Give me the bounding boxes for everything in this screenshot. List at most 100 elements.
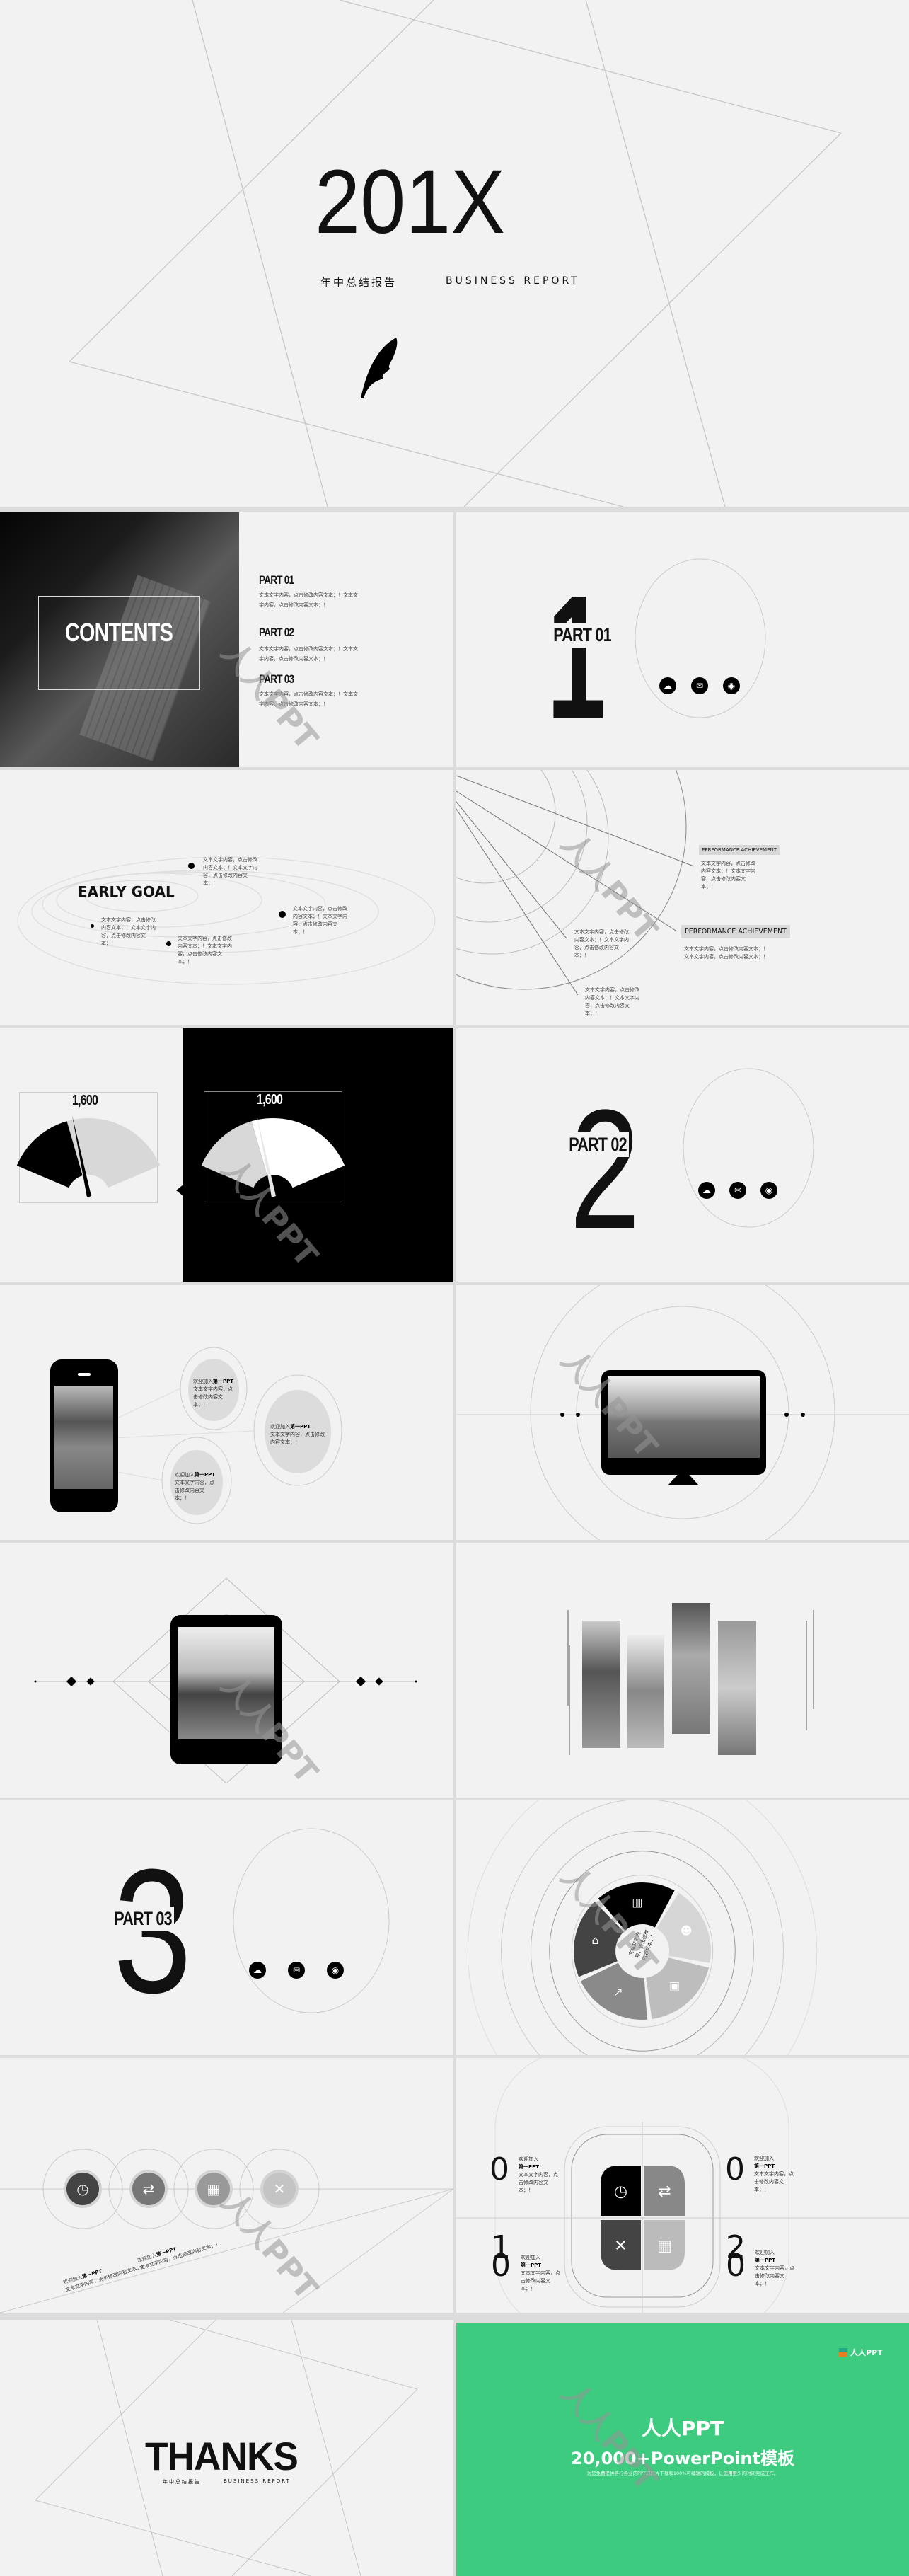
orbit-dot	[188, 863, 195, 869]
contents-title: CONTENTS	[65, 618, 173, 647]
part-circle	[683, 1068, 814, 1228]
cover-subtitle-en: BUSINESS REPORT	[446, 275, 580, 287]
photo-strip	[672, 1603, 710, 1734]
orbit-text: 文本文字内容，点击修改内容文本；！文本文字内容，点击修改内容文本；！	[203, 857, 257, 886]
part01-slide[interactable]: 1 PART 01 ☁ ✉ ◉	[456, 512, 909, 767]
phone-speaker	[78, 1373, 91, 1376]
performance-label-large: PERFORMANCE ACHIEVEMENT	[681, 925, 790, 938]
cover-slide[interactable]: 201X 年中总结报告 BUSINESS REPORT	[0, 0, 909, 507]
quad-number: 0	[725, 2151, 745, 2187]
thanks-slide[interactable]: THANKS 年中总结报告 BUSINESS REPORT	[0, 2320, 453, 2576]
cycle-slide[interactable]: ▥ ☻ ▣ ↗ ⌂ 文本文字内容，点击修改内容文本；！	[456, 1800, 909, 2055]
weibo-icon[interactable]: ◉	[723, 677, 740, 694]
cloud-download-icon[interactable]: ☁	[249, 1962, 266, 1979]
timeline-slide[interactable]: ◷ ⇄ ▦ ✕ 欢迎加入第一PPT 文本文字内容，点击修改内容文本；！ 欢迎加入第一PP…	[0, 2058, 453, 2313]
bubble-text: 欢迎加入第一PPT 文本文字内容，点击修改内容文本；！	[270, 1424, 325, 1445]
cover-title: 201X	[315, 151, 506, 253]
truck-icon: ▣	[669, 1979, 680, 1993]
part-label: PART 03	[112, 1907, 175, 1931]
promo-title: 人人PPT	[641, 2417, 724, 2440]
early-goal-slide[interactable]: EARLY GOAL 文本文字内容，点击修改内容文本；！文本文字内容，点击修改内…	[0, 770, 453, 1025]
cover-decoration-lines	[69, 0, 842, 507]
orbit-text: 文本文字内容，点击修改内容文本；！文本文字内容，点击修改内容文本；！	[293, 906, 347, 935]
logo-text: 人人PPT	[850, 2348, 883, 2357]
quad-item-text: 欢迎加入 第一PPT 文本文字内容，点击修改内容文本；！	[755, 2250, 794, 2287]
quad-number: 20	[726, 2229, 746, 2284]
promo-slide[interactable]: 人人PPT 人人PPT 20,000+PowerPoint模板 为您免费提供各行…	[456, 2323, 909, 2576]
promo-tagline: 为您免费提供各行各业的PPT幻灯片下载和100%可编辑的模板，让您用更少的时间完…	[586, 2471, 779, 2476]
pointer-notch	[176, 1185, 183, 1196]
cycle-ring: ▥☻▣↗⌂	[467, 1800, 818, 2055]
wechat-icon[interactable]: ✉	[729, 1182, 746, 1199]
performance-text-small: 文本文字内容，点击修改内容文本；！文本文字内容，点击修改内容文本；！	[701, 861, 755, 890]
cloud-download-icon[interactable]: ☁	[698, 1182, 715, 1199]
logo-icon	[839, 2348, 847, 2357]
phone-screen-photo	[54, 1386, 113, 1489]
photo-strip	[718, 1621, 756, 1755]
cloud-download-icon[interactable]: ☁	[659, 677, 676, 694]
sliders-icon: ▥	[632, 1895, 642, 1909]
part03-slide[interactable]: 3 PART 03 ☁ ✉ ◉	[0, 1800, 453, 2055]
wechat-icon[interactable]: ✉	[288, 1962, 305, 1979]
gauge-value-right: 1,600	[257, 1092, 283, 1108]
swap-icon: ⇄	[143, 2180, 155, 2197]
thanks-title: THANKS	[145, 2434, 299, 2478]
swap-icon: ⇄	[658, 2183, 671, 2201]
orbit-dot	[91, 924, 94, 928]
performance-rays	[456, 770, 695, 996]
weibo-icon[interactable]: ◉	[327, 1962, 344, 1979]
apps-icon: ▦	[207, 2180, 221, 2197]
users-icon: ☻	[681, 1924, 693, 1937]
feather-icon	[361, 338, 398, 398]
quad-item-text: 欢迎加入 第一PPT 文本文字内容，点击修改内容文本；！	[754, 2156, 794, 2192]
quad-item-text: 欢迎加入 第一PPT 文本文字内容，点击修改内容文本；！	[521, 2255, 560, 2292]
tools-icon: ✕	[274, 2180, 286, 2197]
part-circle	[635, 558, 766, 718]
timeline-graphics: ◷ ⇄ ▦ ✕	[0, 2149, 453, 2313]
performance-label-small: PERFORMANCE ACHIEVEMENT	[699, 845, 780, 855]
clock-icon: ◷	[614, 2183, 627, 2201]
clock-icon: ◷	[76, 2180, 88, 2197]
quad-number: 0	[490, 2151, 509, 2187]
orbit-ellipses	[17, 856, 436, 985]
gauge-graphics	[16, 1115, 345, 1197]
apps-icon: ▦	[657, 2238, 672, 2255]
phone-device	[50, 1359, 118, 1512]
tablet-slide[interactable]	[0, 1543, 453, 1798]
quad-slide[interactable]: ◷ ⇄ ✕ ▦ 0 欢迎加入 第一PPT 文本文字内容，点击修改内容文本；！ 0 欢迎加入…	[456, 2058, 909, 2313]
orbit-dot	[166, 941, 171, 946]
quad-number: 10	[491, 2229, 511, 2284]
phone-slide[interactable]: 欢迎加入第一PPT 文本文字内容，点击修改内容文本；！ 欢迎加入第一PPT 文本文字…	[0, 1285, 453, 1540]
early-goal-title: EARLY GOAL	[78, 883, 175, 900]
wechat-icon[interactable]: ✉	[691, 677, 708, 694]
orbit-text: 文本文字内容，点击修改内容文本；！文本文字内容，点击修改内容文本；！	[178, 936, 232, 965]
contents-item[interactable]: PART 01 文本文字内容，点击修改内容文本；！文本文字内容，点击修改内容文本…	[259, 573, 358, 626]
orbit-text: 文本文字内容，点击修改内容文本；！文本文字内容，点击修改内容文本；！	[101, 917, 156, 946]
part-number: 3	[113, 1843, 192, 2020]
thanks-subtitle-en: BUSINESS REPORT	[224, 2478, 291, 2484]
part02-slide[interactable]: 2 PART 02 ☁ ✉ ◉	[456, 1028, 909, 1282]
photo-strips-slide[interactable]	[456, 1543, 909, 1798]
part-circle	[233, 1828, 390, 2013]
monitor-slide[interactable]	[456, 1285, 909, 1540]
performance-text-b: 文本文字内容，点击修改内容文本；！文本文字内容，点击修改内容文本；！	[585, 987, 639, 1016]
contents-slide[interactable]: CONTENTS PART 01 文本文字内容，点击修改内容文本；！文本文字内容…	[0, 512, 453, 767]
chart-icon: ↗	[613, 1985, 623, 1999]
promo-headline: 20,000+PowerPoint模板	[571, 2449, 794, 2468]
bubble-text: 欢迎加入第一PPT 文本文字内容，点击修改内容文本；！	[193, 1379, 234, 1408]
gauge-value-left: 1,600	[72, 1093, 98, 1108]
contents-item-label: PART 01	[259, 573, 294, 587]
performance-text-large: 文本文字内容，点击修改内容文本；！文本文字内容，点击修改内容文本；！	[684, 946, 768, 960]
contents-item-desc: 文本文字内容，点击修改内容文本；！文本文字内容，点击修改内容文本；！	[259, 592, 358, 608]
tools-icon: ✕	[614, 2238, 627, 2255]
gauge-slide[interactable]: 1,600 1,600	[0, 1028, 453, 1282]
photo-strip	[627, 1635, 664, 1748]
promo-logo[interactable]: 人人PPT	[839, 2347, 883, 2358]
cover-subtitle-cn: 年中总结报告	[320, 276, 398, 289]
performance-slide[interactable]: PERFORMANCE ACHIEVEMENT 文本文字内容，点击修改内容文本；…	[456, 770, 909, 1025]
quad-item-text: 欢迎加入 第一PPT 文本文字内容，点击修改内容文本；！	[519, 2156, 558, 2193]
weibo-icon[interactable]: ◉	[760, 1182, 777, 1199]
bubble-text: 欢迎加入第一PPT 文本文字内容，点击修改内容文本；！	[175, 1472, 216, 1501]
contents-item-label: PART 02	[259, 626, 294, 639]
thanks-subtitle-cn: 年中总结报告	[163, 2479, 201, 2485]
